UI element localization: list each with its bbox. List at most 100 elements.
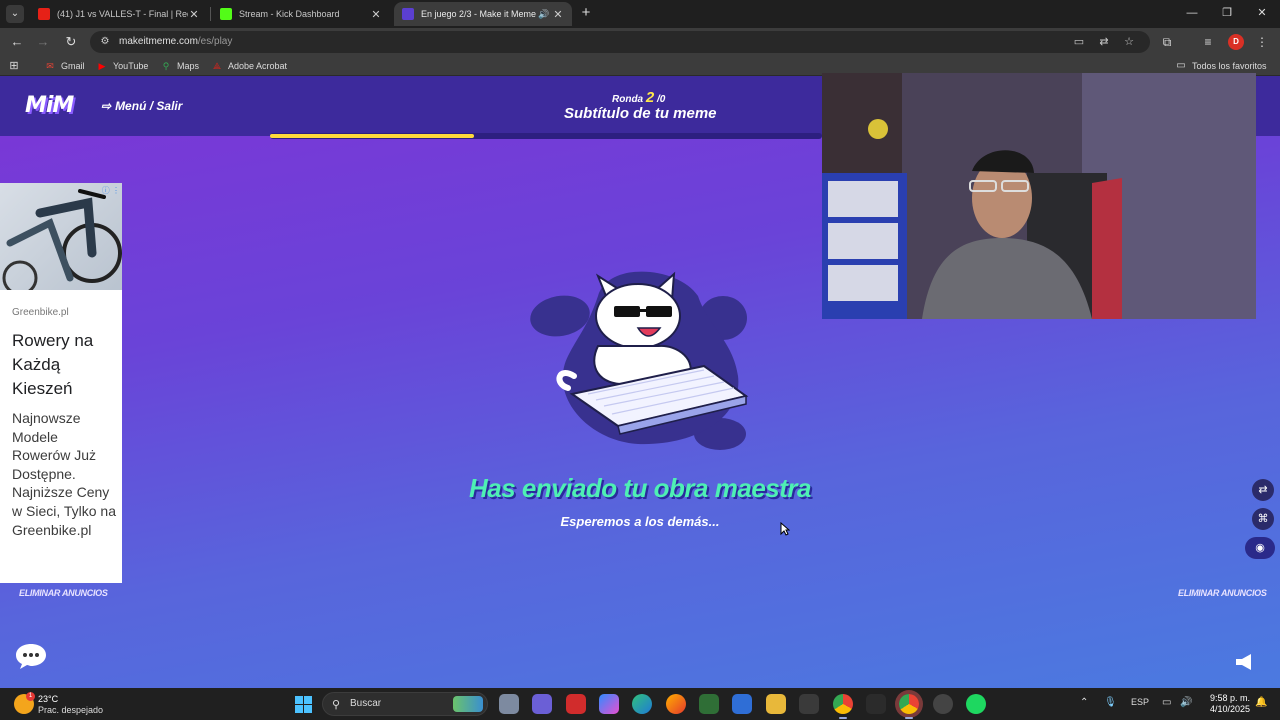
cast-icon[interactable]: ▭ [1072, 35, 1086, 49]
chrome-app-icon[interactable] [833, 694, 853, 719]
network-icon[interactable]: ▭ [1162, 697, 1171, 708]
taskbar-search[interactable]: ⚲ Buscar [322, 692, 488, 716]
bookmark-maps[interactable]: ⚲ Maps [161, 59, 199, 73]
translate-widget-icon[interactable]: ⇄ [1252, 479, 1274, 501]
tab-title: Stream - Kick Dashboard [239, 9, 340, 19]
extensions-icon[interactable]: ⧉ [1159, 34, 1175, 50]
tab-make-it-meme[interactable]: En juego 2/3 - Make it Meme 🔊 ✕ [394, 2, 572, 26]
microphone-icon[interactable]: 🎙 [1104, 697, 1117, 708]
address-bar[interactable]: ⚙ makeitmeme.com/es/play ▭ ⇄ ☆ [90, 31, 1150, 53]
bookmark-adobe-acrobat[interactable]: ⟁ Adobe Acrobat [212, 59, 287, 73]
menu-exit-button[interactable]: ⇨ Menú / Salir [101, 99, 182, 113]
vpn-app-icon[interactable] [799, 694, 819, 714]
tab-kick-dashboard[interactable]: Stream - Kick Dashboard ✕ [212, 2, 390, 26]
mim-favicon-icon [402, 8, 414, 20]
search-label: Buscar [350, 698, 382, 709]
bookmark-gmail[interactable]: ✉ Gmail [45, 59, 84, 73]
timer-progress-fill [270, 134, 475, 138]
apps-grid-icon[interactable]: ⊞ [9, 59, 25, 73]
ad-brand[interactable]: Greenbike.pl [12, 307, 69, 318]
windows-taskbar: 1 23°C Prac. despejado ⚲ Buscar ⌃ 🎙 ESP … [0, 688, 1280, 720]
site-settings-icon[interactable]: ⚙ [99, 36, 111, 48]
webcam-overlay [822, 73, 1256, 319]
forward-arrow-icon[interactable]: → [35, 34, 51, 50]
discord-bot-icon[interactable]: ◉ [1245, 537, 1275, 559]
close-tab-icon[interactable]: ✕ [552, 8, 564, 21]
teams-app-icon[interactable] [532, 694, 552, 714]
url-host: makeitmeme.com [119, 36, 198, 47]
round-current: 2 [645, 89, 655, 106]
translate-icon[interactable]: ⇄ [1097, 35, 1111, 49]
chrome-profile-app-icon[interactable] [899, 694, 919, 719]
weather-temperature[interactable]: 23°C [38, 694, 58, 704]
gmail-icon: ✉ [46, 61, 54, 71]
bookmark-label: Todos los favoritos [1192, 61, 1267, 71]
search-highlight-image [453, 696, 483, 712]
mim-logo[interactable]: MiM [25, 93, 74, 118]
remove-ads-link-left[interactable]: ELIMINAR ANUNCIOS [19, 588, 108, 598]
audio-playing-icon[interactable]: 🔊 [536, 9, 552, 20]
edge-app-icon[interactable] [632, 694, 652, 714]
firefox-app-icon[interactable] [666, 694, 686, 714]
command-widget-icon[interactable]: ⌘ [1252, 508, 1274, 530]
recorder-app-icon[interactable] [566, 694, 586, 714]
ad-choices-icon[interactable]: ⓘ ⋮ [102, 185, 120, 196]
close-tab-icon[interactable]: ✕ [188, 8, 200, 21]
folder-icon: ▭ [1176, 60, 1186, 71]
file-explorer-icon[interactable] [766, 694, 786, 714]
clock-time: 9:58 p. m. [1209, 693, 1250, 703]
phase-title: Subtítulo de tu meme [564, 105, 717, 122]
show-hidden-icons-chevron-icon[interactable]: ⌃ [1080, 697, 1088, 708]
reload-icon[interactable]: ↻ [63, 34, 79, 50]
epic-games-icon[interactable] [866, 694, 886, 714]
submission-confirmed-title: Has enviado tu obra maestra [469, 473, 811, 503]
tab-title: (41) J1 vs VALLES-T - Final | Red [57, 9, 188, 19]
waiting-message: Esperemos a los demás... [560, 514, 720, 529]
weather-description[interactable]: Prac. despejado [38, 705, 103, 715]
minimize-window-icon[interactable]: — [1182, 5, 1202, 21]
volume-icon[interactable]: 🔊 [1180, 697, 1192, 708]
round-indicator: Ronda 2 /0 [612, 89, 665, 106]
media-controls-icon[interactable]: ≡ [1200, 34, 1216, 50]
youtube-favicon-icon [38, 8, 50, 20]
task-view-icon[interactable] [499, 694, 519, 714]
browser-menu-icon[interactable]: ⋮ [1254, 34, 1270, 50]
obs-app-icon[interactable] [933, 694, 953, 714]
copilot-app-icon[interactable] [599, 694, 619, 714]
menu-exit-label: Menú / Salir [115, 99, 183, 113]
back-arrow-icon[interactable]: ← [9, 34, 25, 50]
ad-title[interactable]: Rowery na Każdą Kieszeń [12, 329, 117, 401]
all-bookmarks-folder[interactable]: ▭ Todos los favoritos [1176, 59, 1267, 73]
chat-bubble-icon[interactable] [14, 642, 48, 670]
windows-start-icon[interactable] [295, 696, 312, 713]
notification-bell-icon[interactable]: 🔔 [1255, 697, 1267, 708]
timer-progress-bar [270, 133, 822, 139]
new-tab-plus-icon[interactable]: + [578, 4, 594, 22]
url-path: /es/play [197, 36, 233, 47]
nvidia-app-icon[interactable] [699, 694, 719, 714]
profile-avatar[interactable]: D [1228, 34, 1244, 50]
url-text[interactable]: makeitmeme.com/es/play [119, 36, 232, 47]
tab-title: En juego 2/3 - Make it Meme [421, 9, 536, 19]
cat-keyboard-illustration [530, 271, 749, 450]
round-total: /0 [657, 94, 666, 105]
restore-window-icon[interactable]: ❐ [1217, 5, 1237, 21]
system-clock[interactable]: 9:58 p. m. 4/10/2025 [1202, 693, 1250, 715]
store-app-icon[interactable] [732, 694, 752, 714]
bookmark-label: Adobe Acrobat [228, 61, 288, 71]
megaphone-icon[interactable] [1234, 652, 1256, 672]
input-language[interactable]: ESP [1131, 697, 1149, 707]
clock-date: 4/10/2025 [1209, 704, 1250, 714]
tab-youtube-match[interactable]: (41) J1 vs VALLES-T - Final | Red ✕ [30, 2, 208, 26]
bookmark-star-icon[interactable]: ☆ [1122, 35, 1136, 49]
bookmark-youtube[interactable]: ▶ YouTube [97, 59, 149, 73]
remove-ads-link-right[interactable]: ELIMINAR ANUNCIOS [1178, 588, 1267, 598]
streamer-webcam-feed [822, 73, 1256, 319]
maps-icon: ⚲ [162, 61, 170, 71]
tab-search-chevron-icon[interactable]: ⌄ [6, 5, 24, 23]
acrobat-icon: ⟁ [212, 61, 222, 71]
close-window-icon[interactable]: ✕ [1252, 5, 1272, 21]
close-tab-icon[interactable]: ✕ [370, 8, 382, 21]
spotify-app-icon[interactable] [966, 694, 986, 714]
ad-bike-image[interactable]: ⓘ ⋮ [0, 183, 122, 290]
